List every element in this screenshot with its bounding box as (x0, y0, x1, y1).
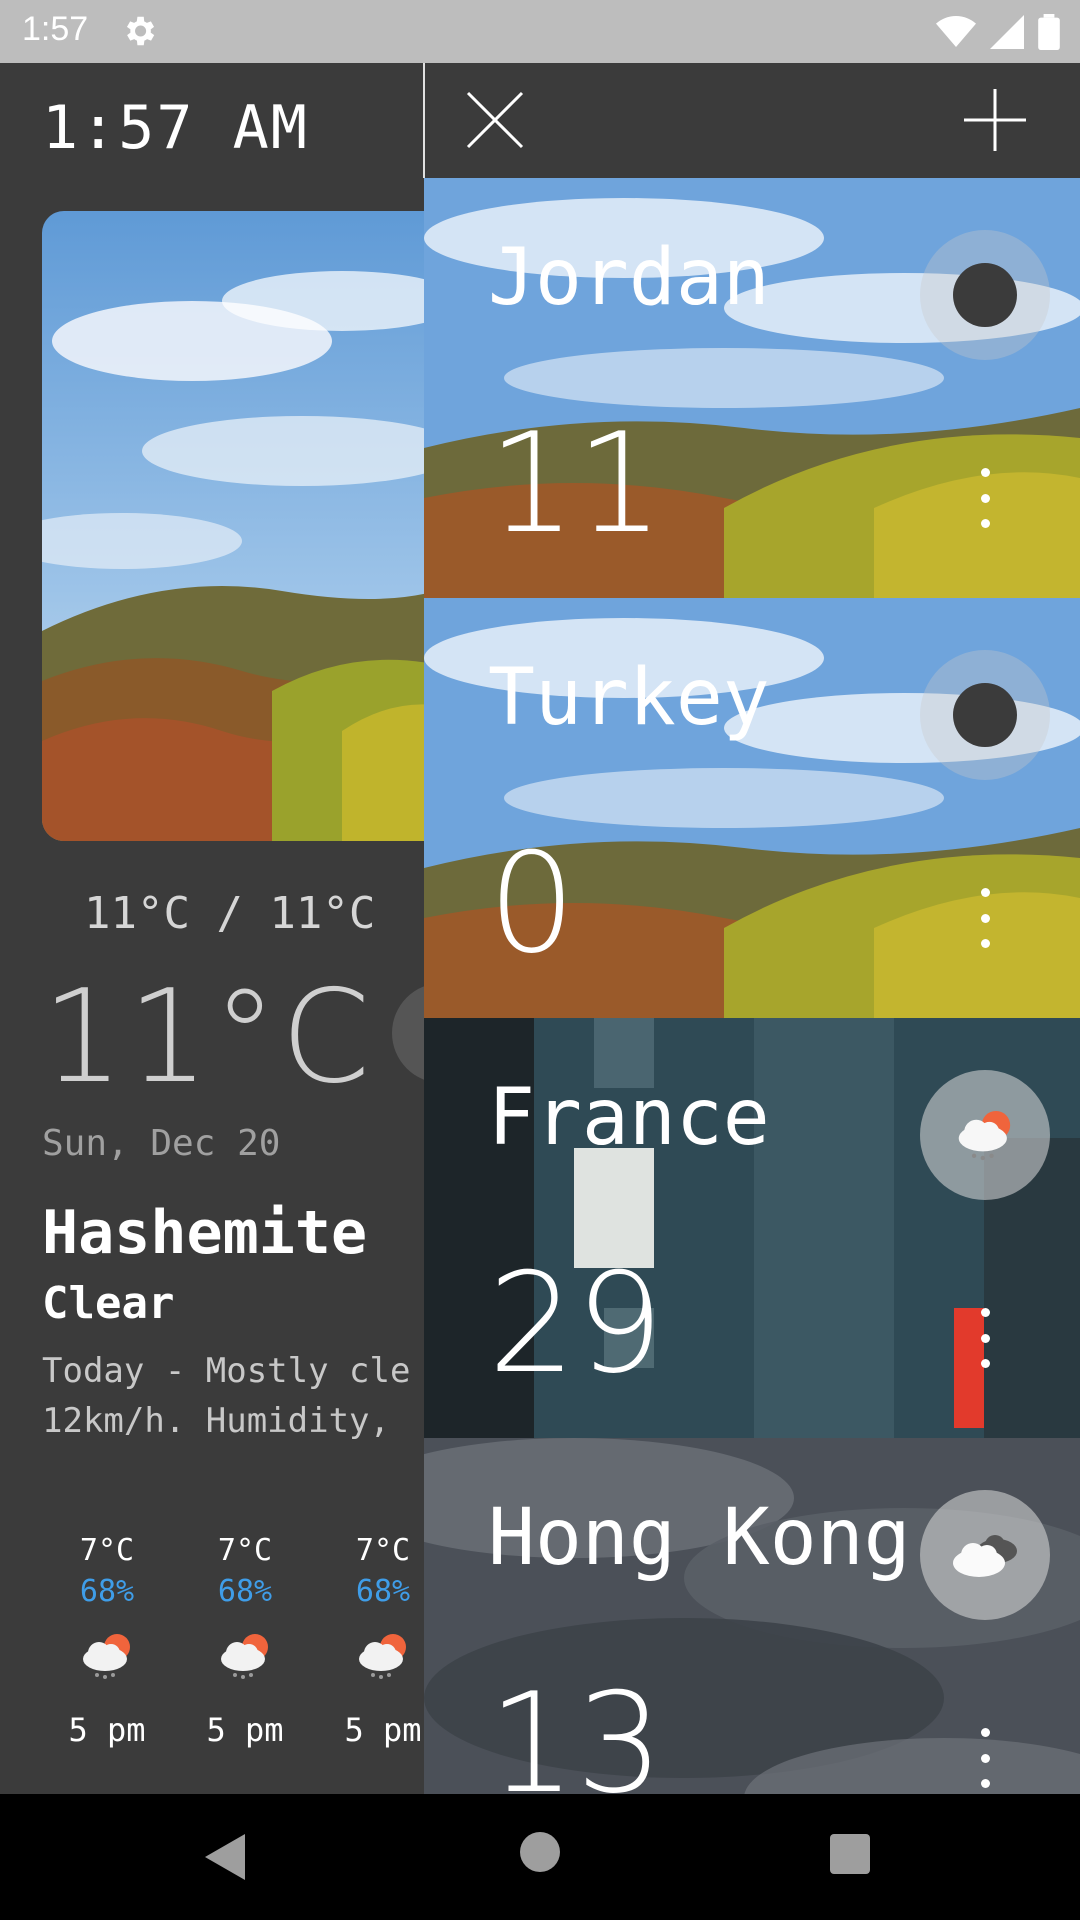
more-vert-icon[interactable] (970, 888, 1000, 948)
panel-divider (423, 63, 425, 178)
card-weather-badge (920, 230, 1050, 360)
current-temperature: 11°C (42, 963, 375, 1112)
drawer-toolbar (424, 63, 1080, 178)
card-weather-badge (920, 1070, 1050, 1200)
card-temperature: 29 (488, 1243, 664, 1404)
hourly-time: 5 pm (344, 1711, 422, 1749)
status-bar: 1:57 (0, 0, 1080, 63)
cell-signal-icon (990, 15, 1024, 49)
cloudy-icon (953, 1535, 1017, 1577)
card-country: Jordan (488, 233, 770, 323)
gear-icon (126, 16, 155, 46)
status-icons (936, 12, 1060, 52)
location-card-france[interactable]: France 29 (424, 1018, 1080, 1438)
city-name: Hashemite (42, 1198, 368, 1268)
location-photo (42, 211, 424, 841)
weather-icon-bubble (392, 983, 424, 1083)
system-navigation-bar (0, 1794, 1080, 1920)
hourly-item: 7°C 68% 5 pm (190, 1533, 300, 1749)
card-country: France (488, 1073, 770, 1163)
more-vert-icon[interactable] (970, 1308, 1000, 1368)
date: Sun, Dec 20 (42, 1123, 281, 1164)
rain-sun-cloud-icon (958, 1110, 1011, 1161)
description-line: Today - Mostly cle (42, 1351, 411, 1391)
temp-range: 11°C / 11°C (84, 888, 376, 939)
add-location-icon[interactable] (960, 85, 1030, 155)
dark-dot-icon (953, 683, 1017, 747)
recents-icon[interactable] (830, 1834, 870, 1874)
wifi-icon (936, 16, 976, 47)
hourly-item: 7°C 68% 5 pm (52, 1533, 162, 1749)
hourly-humidity: 68% (217, 1574, 273, 1609)
card-weather-badge (920, 650, 1050, 780)
card-country: Turkey (488, 653, 770, 743)
hourly-temp: 7°C (355, 1533, 411, 1568)
hourly-temp: 7°C (79, 1533, 135, 1568)
more-vert-icon[interactable] (970, 468, 1000, 528)
location-card-turkey[interactable]: Turkey 0 (424, 598, 1080, 1018)
hourly-humidity: 68% (79, 1574, 135, 1609)
clock: 1:57 AM (42, 93, 309, 163)
locations-drawer: Jordan 11 Turkey 0 France 29 Hong Kong 1… (424, 63, 1080, 1794)
hourly-time: 5 pm (206, 1711, 284, 1749)
current-weather-panel: 1:57 AM 11°C / 11°C 11°C Sun, Dec 20 Has… (0, 63, 424, 1794)
card-temperature: 0 (488, 823, 576, 984)
close-icon[interactable] (460, 85, 530, 155)
hourly-forecast: 7°C 68% 5 pm 7°C 68% 5 pm 7°C 68% 5 pm (52, 1533, 424, 1749)
hourly-humidity: 68% (355, 1574, 411, 1609)
back-icon[interactable] (205, 1834, 245, 1880)
description-line: 12km/h. Humidity, (42, 1401, 390, 1441)
partly-rainy-icon (83, 1634, 130, 1679)
location-card-jordan[interactable]: Jordan 11 (424, 178, 1080, 598)
card-temperature: 13 (488, 1663, 664, 1794)
home-icon[interactable] (520, 1832, 560, 1872)
card-country: Hong Kong (488, 1493, 911, 1583)
card-weather-badge (920, 1490, 1050, 1620)
location-card-hong-kong[interactable]: Hong Kong 13 (424, 1438, 1080, 1794)
forecast-description: Today - Mostly cle 12km/h. Humidity, (42, 1346, 424, 1446)
condition: Clear (42, 1278, 175, 1329)
more-vert-icon[interactable] (970, 1728, 1000, 1788)
partly-rainy-icon (359, 1634, 406, 1679)
hourly-time: 5 pm (68, 1711, 146, 1749)
battery-icon (1038, 14, 1060, 50)
card-temperature: 11 (488, 403, 664, 564)
partly-rainy-icon (221, 1634, 268, 1679)
dark-dot-icon (953, 263, 1017, 327)
status-time: 1:57 (22, 10, 89, 48)
hourly-temp: 7°C (217, 1533, 273, 1568)
hourly-item: 7°C 68% 5 pm (328, 1533, 424, 1749)
